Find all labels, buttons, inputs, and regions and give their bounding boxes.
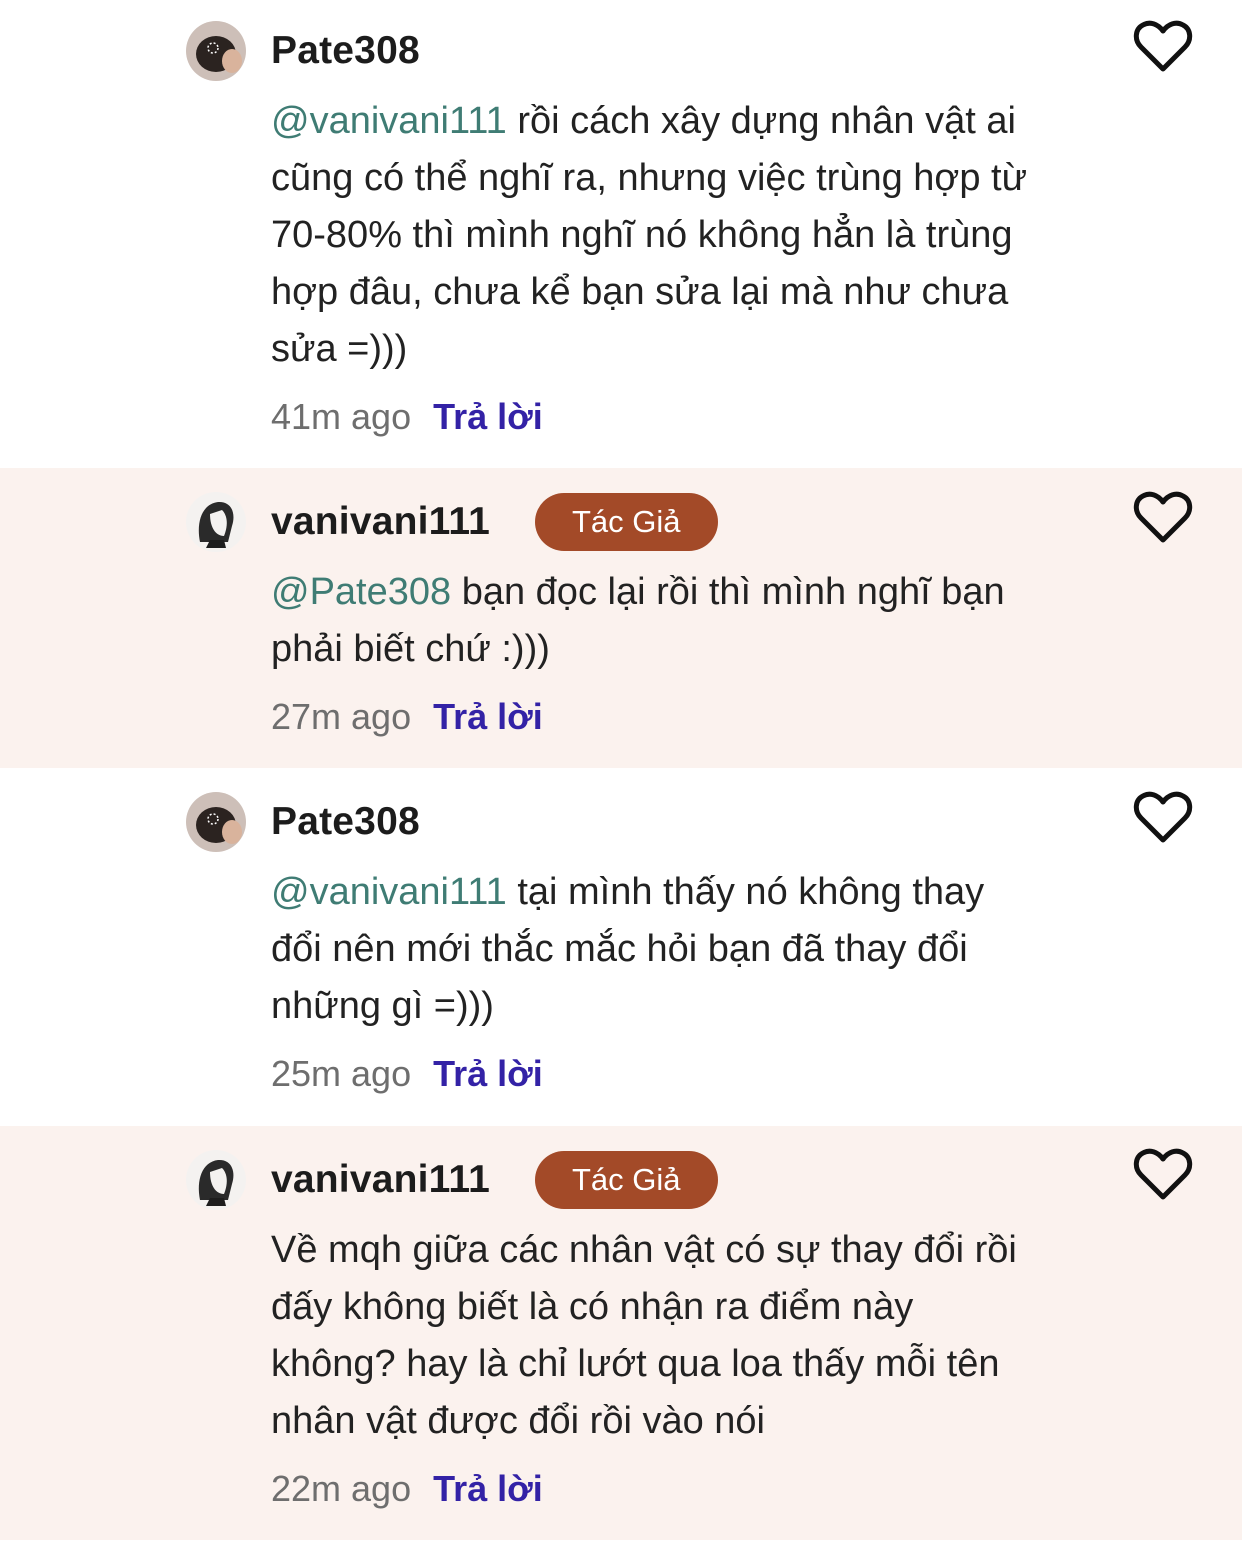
comment-text: Về mqh giữa các nhân vật có sự thay đổi … [271,1222,1031,1450]
heart-outline-icon [1133,491,1193,543]
comment-username[interactable]: vanivani111 [271,497,490,547]
mention-link[interactable]: @vanivani111 [271,100,507,142]
comment-text: @vanivani111 rồi cách xây dựng nhân vật … [271,93,1031,378]
author-badge: Tác Giả [535,1151,718,1209]
avatar[interactable] [186,1150,246,1210]
comment-body: Về mqh giữa các nhân vật có sự thay đổi … [271,1229,1017,1442]
mention-link[interactable]: @Pate308 [271,571,451,613]
comment-item: Pate308 @vanivani111 rồi cách xây dựng n… [0,0,1242,468]
heart-outline-icon [1133,20,1193,72]
comment-timestamp: 25m ago [271,1053,412,1094]
reply-button[interactable]: Trả lời [433,1468,543,1509]
reply-button[interactable]: Trả lời [433,696,543,737]
heart-outline-icon [1133,1148,1193,1200]
comment-meta: 22m ago Trả lời [271,1464,543,1514]
avatar[interactable] [186,792,246,852]
mention-link[interactable]: @vanivani111 [271,871,507,913]
comment-text: @Pate308 bạn đọc lại rồi thì mình nghĩ b… [271,564,1031,678]
comment-timestamp: 22m ago [271,1468,412,1509]
avatar[interactable] [186,492,246,552]
like-button[interactable] [1133,1147,1193,1203]
comment-username[interactable]: Pate308 [271,26,420,76]
reply-button[interactable]: Trả lời [433,1053,543,1094]
comment-timestamp: 41m ago [271,396,412,437]
reply-button[interactable]: Trả lời [433,396,543,437]
comment-meta: 41m ago Trả lời [271,392,543,442]
comment-username[interactable]: Pate308 [271,797,420,847]
like-button[interactable] [1133,790,1193,846]
author-badge: Tác Giả [535,493,718,551]
comment-meta: 25m ago Trả lời [271,1049,543,1099]
heart-outline-icon [1133,791,1193,843]
comment-item: vanivani111 Tác Giả Về mqh giữa các nhân… [0,1126,1242,1540]
comment-item: vanivani111 Tác Giả @Pate308 bạn đọc lại… [0,468,1242,768]
comment-item: Pate308 @vanivani111 tại mình thấy nó kh… [0,768,1242,1126]
comment-meta: 27m ago Trả lời [271,692,543,742]
like-button[interactable] [1133,19,1193,75]
comment-username[interactable]: vanivani111 [271,1155,490,1205]
comment-timestamp: 27m ago [271,696,412,737]
comment-text: @vanivani111 tại mình thấy nó không thay… [271,864,1031,1035]
like-button[interactable] [1133,490,1193,546]
avatar[interactable] [186,21,246,81]
